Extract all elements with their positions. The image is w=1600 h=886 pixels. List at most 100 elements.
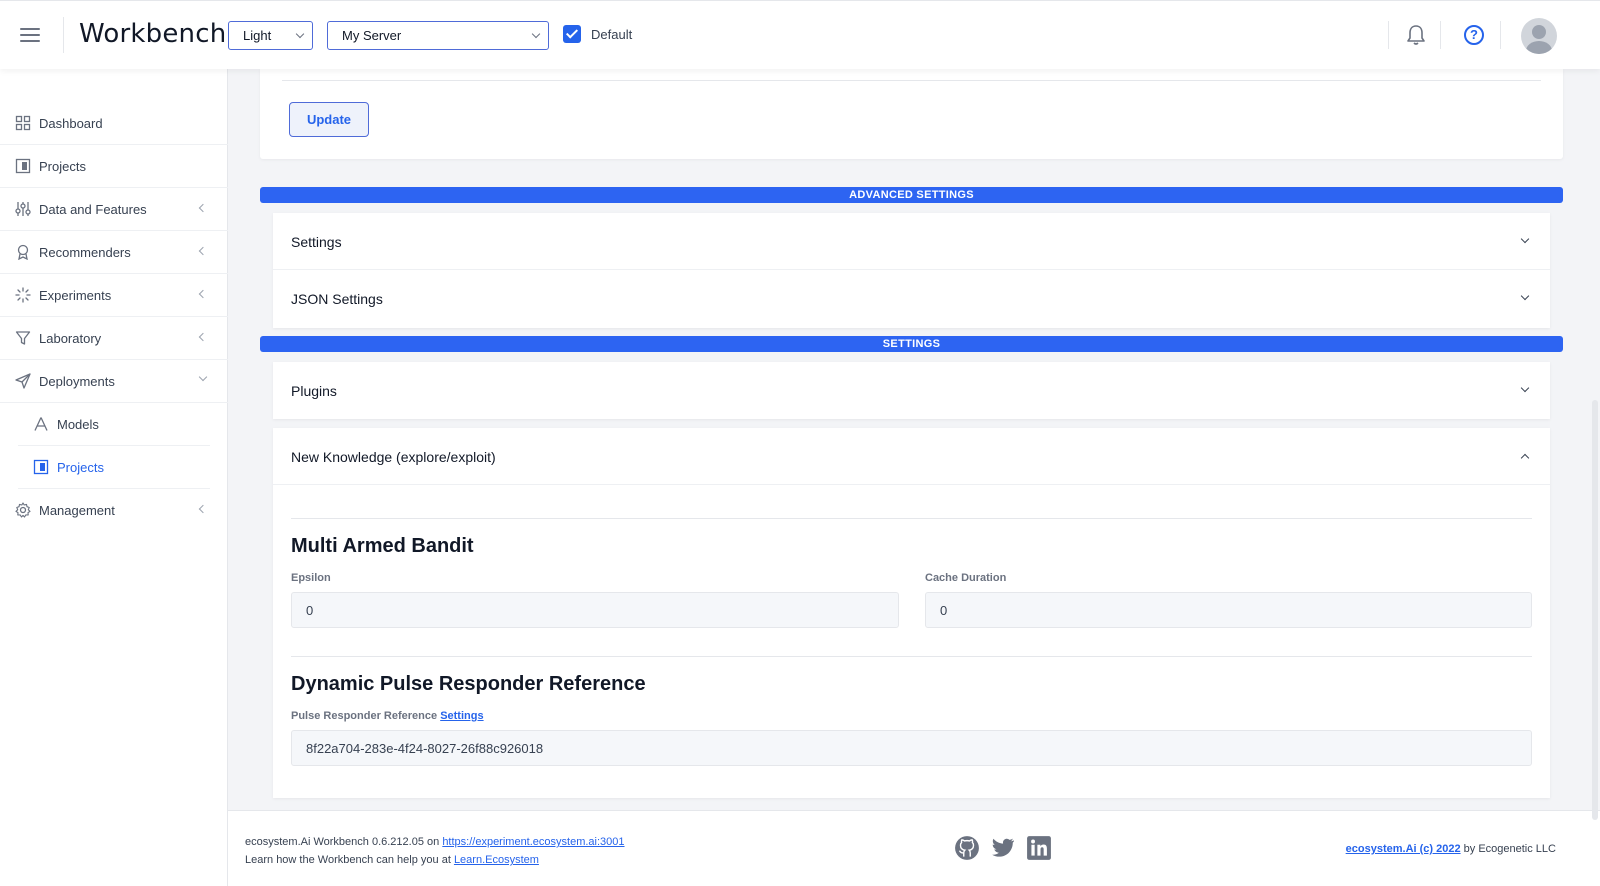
top-header: Workbench Light My Server Default ? (0, 0, 1600, 69)
sidebar-item-deployment-projects[interactable]: Projects (0, 446, 228, 489)
linkedin-icon[interactable] (1026, 835, 1052, 861)
divider (291, 518, 1532, 519)
sidebar-item-label: Laboratory (39, 331, 102, 346)
accordion-title: Settings (291, 234, 342, 250)
sidebar-item-deployments[interactable]: Deployments (0, 360, 228, 403)
new-knowledge-accordion: New Knowledge (explore/exploit) Multi Ar… (273, 428, 1550, 798)
pulse-responder-label: Pulse Responder Reference Settings (291, 710, 484, 722)
sliders-icon (15, 202, 31, 216)
twitter-icon[interactable] (990, 835, 1016, 861)
chevron-left-icon (198, 203, 208, 213)
copyright-link[interactable]: ecosystem.Ai (c) 2022 (1346, 843, 1461, 855)
learn-link[interactable]: Learn.Ecosystem (454, 854, 539, 866)
chevron-left-icon (198, 332, 208, 342)
footer-copyright: ecosystem.Ai (c) 2022 by Ecogenetic LLC (1346, 843, 1556, 855)
default-label: Default (591, 27, 633, 42)
sidebar-item-laboratory[interactable]: Laboratory (0, 317, 228, 360)
server-select[interactable]: My Server (327, 21, 549, 50)
bell-icon[interactable] (1406, 24, 1426, 46)
advanced-settings-accordion: Settings JSON Settings (273, 213, 1550, 328)
chevron-left-icon (198, 504, 208, 514)
update-button[interactable]: Update (289, 102, 369, 137)
header-separator (1440, 21, 1441, 49)
copyright-suffix: by Ecogenetic LLC (1463, 843, 1556, 855)
footer-version-text: ecosystem.Ai Workbench 0.6.212.05 on (245, 836, 440, 848)
project-icon (15, 158, 31, 174)
sidebar-item-label: Recommenders (39, 245, 131, 260)
award-icon (17, 244, 29, 260)
chevron-down-icon (1520, 291, 1530, 301)
accordion-title: New Knowledge (explore/exploit) (291, 449, 496, 465)
theme-select[interactable]: Light (228, 21, 313, 50)
project-icon (33, 459, 49, 475)
sidebar-item-management[interactable]: Management (0, 489, 228, 532)
menu-icon[interactable] (20, 28, 40, 42)
pulse-responder-settings-link[interactable]: Settings (440, 710, 483, 722)
cache-duration-input[interactable]: 0 (925, 592, 1532, 628)
filter-icon (15, 331, 31, 345)
sidebar-item-label: Management (39, 503, 115, 518)
json-settings-accordion-header[interactable]: JSON Settings (273, 270, 1550, 327)
theme-select-value: Light (243, 28, 272, 43)
sidebar: Dashboard Projects Data and Features Rec… (0, 69, 228, 886)
models-icon (34, 417, 48, 431)
app-title: Workbench (79, 19, 227, 49)
settings-accordion-header[interactable]: Settings (273, 213, 1550, 270)
pulse-responder-label-text: Pulse Responder Reference (291, 710, 438, 722)
new-knowledge-accordion-header[interactable]: New Knowledge (explore/exploit) (273, 428, 1550, 485)
header-separator (1500, 21, 1501, 49)
default-checkbox[interactable] (563, 25, 581, 43)
send-icon (15, 373, 31, 389)
chevron-down-icon (531, 29, 541, 39)
grid-icon (15, 115, 31, 131)
chevron-down-icon (1520, 234, 1530, 244)
sidebar-item-projects[interactable]: Projects (0, 145, 228, 188)
chevron-down-icon (1520, 383, 1530, 393)
accordion-title: JSON Settings (291, 291, 383, 307)
epsilon-input[interactable]: 0 (291, 592, 899, 628)
advanced-settings-banner: ADVANCED SETTINGS (260, 187, 1563, 203)
loader-icon (15, 287, 31, 303)
divider (291, 656, 1532, 657)
sidebar-item-data-and-features[interactable]: Data and Features (0, 188, 228, 231)
header-divider (63, 17, 64, 53)
chevron-left-icon (198, 246, 208, 256)
sidebar-item-label: Projects (57, 460, 104, 475)
sidebar-item-label: Models (57, 417, 99, 432)
update-card: Update (260, 69, 1563, 159)
epsilon-label: Epsilon (291, 572, 331, 584)
mab-title: Multi Armed Bandit (291, 535, 474, 557)
sidebar-item-label: Data and Features (39, 202, 147, 217)
sidebar-item-experiments[interactable]: Experiments (0, 274, 228, 317)
server-link[interactable]: https://experiment.ecosystem.ai:3001 (442, 836, 624, 848)
chevron-down-icon (295, 29, 305, 39)
sidebar-item-dashboard[interactable]: Dashboard (0, 102, 228, 145)
sidebar-item-label: Projects (39, 159, 86, 174)
chevron-up-icon (1520, 453, 1530, 463)
plugins-accordion-header[interactable]: Plugins (273, 362, 1550, 419)
pulse-responder-input[interactable]: 8f22a704-283e-4f24-8027-26f88c926018 (291, 730, 1532, 766)
gear-icon (15, 502, 31, 518)
cache-duration-label: Cache Duration (925, 572, 1007, 584)
help-icon[interactable]: ? (1464, 25, 1484, 45)
header-separator (1388, 21, 1389, 49)
settings-banner: SETTINGS (260, 336, 1563, 352)
scrollbar[interactable] (1592, 400, 1598, 820)
sidebar-item-label: Dashboard (39, 116, 103, 131)
plugins-accordion: Plugins (273, 362, 1550, 419)
chevron-down-icon (198, 372, 208, 382)
footer-learn: Learn how the Workbench can help you at … (245, 854, 539, 866)
footer-version: ecosystem.Ai Workbench 0.6.212.05 on htt… (245, 836, 625, 848)
footer-learn-text: Learn how the Workbench can help you at (245, 854, 451, 866)
sidebar-item-recommenders[interactable]: Recommenders (0, 231, 228, 274)
chevron-left-icon (198, 289, 208, 299)
github-icon[interactable] (954, 835, 980, 861)
accordion-title: Plugins (291, 383, 337, 399)
footer: ecosystem.Ai Workbench 0.6.212.05 on htt… (228, 810, 1600, 886)
dpr-title: Dynamic Pulse Responder Reference (291, 673, 646, 695)
sidebar-item-label: Deployments (39, 374, 115, 389)
avatar[interactable] (1521, 18, 1557, 54)
sidebar-item-label: Experiments (39, 288, 112, 303)
server-select-value: My Server (342, 28, 402, 43)
sidebar-item-models[interactable]: Models (0, 403, 228, 446)
